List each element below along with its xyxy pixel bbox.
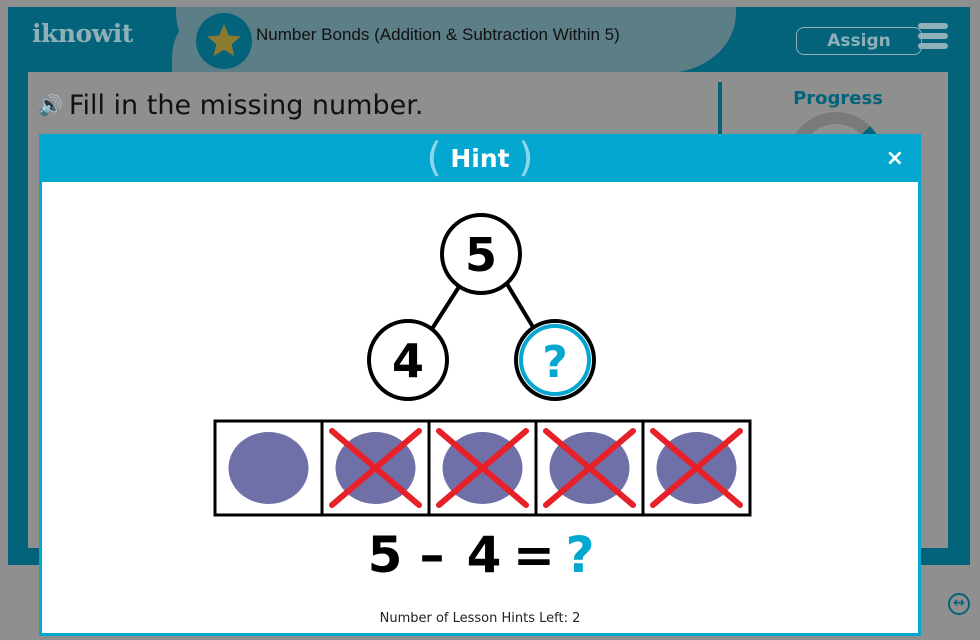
- hint-dialog: Hint × 5 4 ? 5 – 4 = ? Number of Lesson …: [39, 129, 921, 636]
- equation: 5 – 4 = ?: [368, 526, 595, 584]
- logo-text: iknowit: [32, 19, 133, 48]
- bond-line-right: [502, 277, 538, 334]
- question-prompt: 🔊 Fill in the missing number.: [38, 90, 423, 121]
- question-text: Fill in the missing number.: [68, 90, 424, 121]
- equation-equals: =: [513, 526, 555, 584]
- bond-whole-value: 5: [465, 228, 497, 282]
- star-icon: [207, 24, 241, 56]
- bond-part-known-value: 4: [392, 334, 424, 388]
- hints-left-text: Number of Lesson Hints Left: 2: [379, 611, 581, 626]
- star-badge: [196, 13, 252, 69]
- equation-result: ?: [565, 526, 594, 584]
- speaker-icon[interactable]: 🔊: [38, 93, 63, 117]
- iknowit-logo[interactable]: iknowit: [32, 19, 133, 48]
- lesson-title: Number Bonds (Addition & Subtraction Wit…: [256, 25, 620, 44]
- hamburger-menu-icon[interactable]: [918, 23, 948, 49]
- hint-illustration: 5 4 ? 5 – 4 = ?: [213, 213, 752, 584]
- equation-a: 5: [368, 526, 403, 584]
- resize-arrows-icon[interactable]: ↔: [948, 593, 970, 615]
- assign-button[interactable]: Assign: [796, 27, 922, 55]
- counter-dot: [228, 432, 309, 504]
- ten-frame: [213, 419, 752, 517]
- lesson-title-bar: Number Bonds (Addition & Subtraction Wit…: [172, 7, 736, 73]
- equation-b: 4: [467, 526, 502, 584]
- progress-title: Progress: [793, 88, 883, 109]
- equation-operator: –: [420, 526, 445, 584]
- bond-part-unknown-value: ?: [542, 337, 568, 388]
